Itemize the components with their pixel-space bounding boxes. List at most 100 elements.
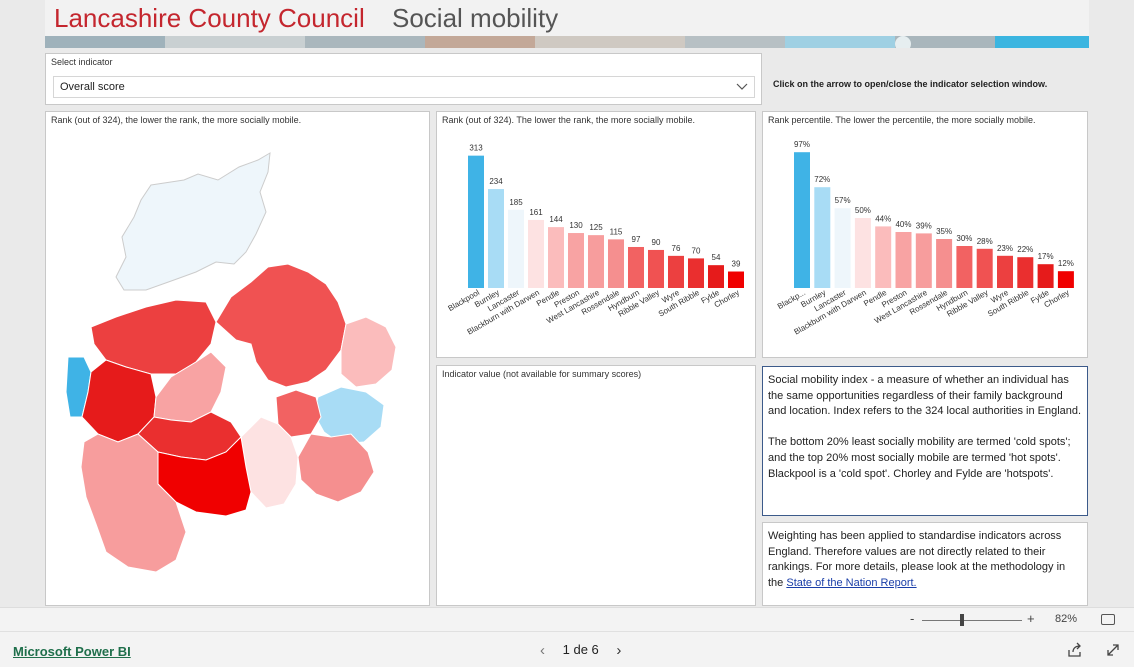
- bar-preston[interactable]: [895, 232, 912, 288]
- indicator-dropdown[interactable]: Overall score: [53, 76, 755, 98]
- bar-wyre[interactable]: [997, 255, 1013, 288]
- data-label: 39: [732, 260, 741, 269]
- data-label: 97%: [794, 140, 810, 149]
- data-label: 39%: [916, 221, 932, 230]
- council-title: Lancashire County Council: [54, 3, 365, 33]
- data-label: 28%: [977, 237, 993, 246]
- bar-burnley[interactable]: [814, 187, 831, 288]
- state-of-nation-link[interactable]: State of the Nation Report.: [786, 577, 916, 589]
- description-para-2: The bottom 20% least socially mobility a…: [768, 436, 1071, 480]
- bar-blackburn-with-darwen[interactable]: [528, 219, 544, 288]
- data-label: 72%: [814, 175, 830, 184]
- zoom-slider-thumb[interactable]: [960, 614, 964, 626]
- zoom-level: 82%: [1055, 613, 1078, 625]
- percentile-chart-svg: 97%Blackp...72%Burnley57%Lancaster50%Bla…: [776, 140, 1074, 336]
- indicator-slicer: Select indicator Overall score: [45, 53, 762, 105]
- methodology-textbox: Weighting has been applied to standardis…: [762, 522, 1088, 606]
- data-label: 35%: [936, 227, 952, 236]
- rank-chart-svg: 313Blackpool234Burnley185Lancaster161Bla…: [446, 144, 744, 337]
- bar-lancaster[interactable]: [834, 208, 851, 288]
- rank-chart-title: Rank (out of 324). The lower the rank, t…: [442, 115, 695, 125]
- bar-south-ribble[interactable]: [1017, 257, 1034, 288]
- zoom-slider-track[interactable]: [922, 620, 1022, 621]
- data-label: 12%: [1058, 259, 1074, 268]
- bar-rossendale[interactable]: [936, 239, 953, 288]
- bar-west-lancashire[interactable]: [915, 233, 932, 288]
- chevron-down-icon[interactable]: [736, 80, 748, 92]
- map-title: Rank (out of 324), the lower the rank, t…: [51, 115, 302, 125]
- bar-chorley[interactable]: [1057, 271, 1074, 288]
- bar-south-ribble[interactable]: [688, 258, 704, 288]
- data-label: 54: [712, 253, 721, 262]
- dropdown-value: Overall score: [60, 81, 125, 93]
- bar-wyre[interactable]: [668, 255, 684, 288]
- bar-burnley[interactable]: [488, 189, 504, 288]
- bar-fylde[interactable]: [1037, 264, 1054, 288]
- page-title: Social mobility: [392, 3, 559, 33]
- data-label: 22%: [1017, 245, 1033, 254]
- share-icon[interactable]: [1067, 642, 1083, 658]
- zoom-in-button[interactable]: +: [1027, 611, 1035, 626]
- previous-page-button[interactable]: ‹: [540, 642, 545, 659]
- map-region-ribble-valley[interactable]: [215, 263, 347, 388]
- bar-blackpool[interactable]: [468, 155, 484, 288]
- description-textbox: Social mobility index - a measure of whe…: [762, 366, 1088, 516]
- fullscreen-icon[interactable]: [1105, 642, 1121, 658]
- bar-fylde[interactable]: [708, 265, 724, 288]
- data-label: 70: [692, 246, 701, 255]
- data-label: 234: [489, 177, 503, 186]
- data-label: 17%: [1038, 252, 1054, 261]
- data-label: 161: [529, 208, 543, 217]
- bar-preston[interactable]: [568, 233, 584, 288]
- report-header: Lancashire County Council Social mobilit…: [45, 0, 1089, 48]
- report-canvas: Lancashire County Council Social mobilit…: [0, 0, 1134, 607]
- fit-to-page-icon[interactable]: [1101, 614, 1115, 625]
- bar-pendle[interactable]: [875, 226, 892, 288]
- rank-bar-chart: Rank (out of 324). The lower the rank, t…: [436, 111, 756, 358]
- bar-lancaster[interactable]: [508, 209, 524, 288]
- footer-bar: Microsoft Power BI ‹ 1 de 6 ›: [0, 631, 1134, 667]
- slicer-hint-text: Click on the arrow to open/close the ind…: [773, 79, 1048, 89]
- bar-hyndburn[interactable]: [628, 246, 644, 288]
- data-label: 57%: [835, 196, 851, 205]
- data-label: 313: [469, 144, 483, 153]
- data-label: 144: [549, 215, 563, 224]
- data-label: 185: [509, 198, 523, 207]
- map-region-pendle[interactable]: [340, 316, 397, 388]
- data-label: 76: [672, 244, 681, 253]
- data-label: 44%: [875, 214, 891, 223]
- bar-pendle[interactable]: [548, 227, 564, 288]
- lancashire-choropleth-map: [65, 152, 397, 573]
- bar-west-lancashire[interactable]: [588, 235, 604, 288]
- data-label: 90: [652, 238, 661, 247]
- power-bi-link[interactable]: Microsoft Power BI: [13, 644, 131, 659]
- bar-blackp-[interactable]: [794, 152, 810, 288]
- indicator-value-visual: Indicator value (not available for summa…: [436, 365, 756, 606]
- zoom-out-button[interactable]: -: [910, 611, 914, 626]
- indicator-value-title: Indicator value (not available for summa…: [442, 369, 642, 379]
- map-region-lancaster[interactable]: [115, 152, 271, 291]
- bar-rossendale[interactable]: [608, 239, 624, 288]
- bar-hyndburn[interactable]: [956, 246, 973, 288]
- data-label: 30%: [956, 234, 972, 243]
- data-label: 50%: [855, 206, 871, 215]
- data-label: 125: [589, 223, 603, 232]
- map-visual: Rank (out of 324), the lower the rank, t…: [45, 111, 430, 606]
- next-page-button[interactable]: ›: [616, 642, 621, 659]
- data-label: 40%: [895, 220, 911, 229]
- description-para-1: Social mobility index - a measure of whe…: [768, 374, 1082, 418]
- bar-ribble-valley[interactable]: [648, 249, 664, 288]
- header-banner-image: [45, 36, 1089, 48]
- slicer-label: Select indicator: [51, 57, 113, 67]
- bar-ribble-valley[interactable]: [976, 248, 993, 288]
- bar-chorley[interactable]: [728, 271, 744, 288]
- data-label: 23%: [997, 244, 1013, 253]
- page-indicator: 1 de 6: [562, 642, 599, 657]
- percentile-chart-title: Rank percentile. The lower the percentil…: [768, 115, 1036, 125]
- bar-blackburn-with-darwen[interactable]: [854, 218, 871, 288]
- percentile-bar-chart: Rank percentile. The lower the percentil…: [762, 111, 1088, 358]
- map-region-rossendale[interactable]: [297, 433, 375, 503]
- data-label: 130: [569, 221, 583, 230]
- zoom-bar: - + 82%: [0, 607, 1134, 631]
- data-label: 115: [610, 227, 623, 236]
